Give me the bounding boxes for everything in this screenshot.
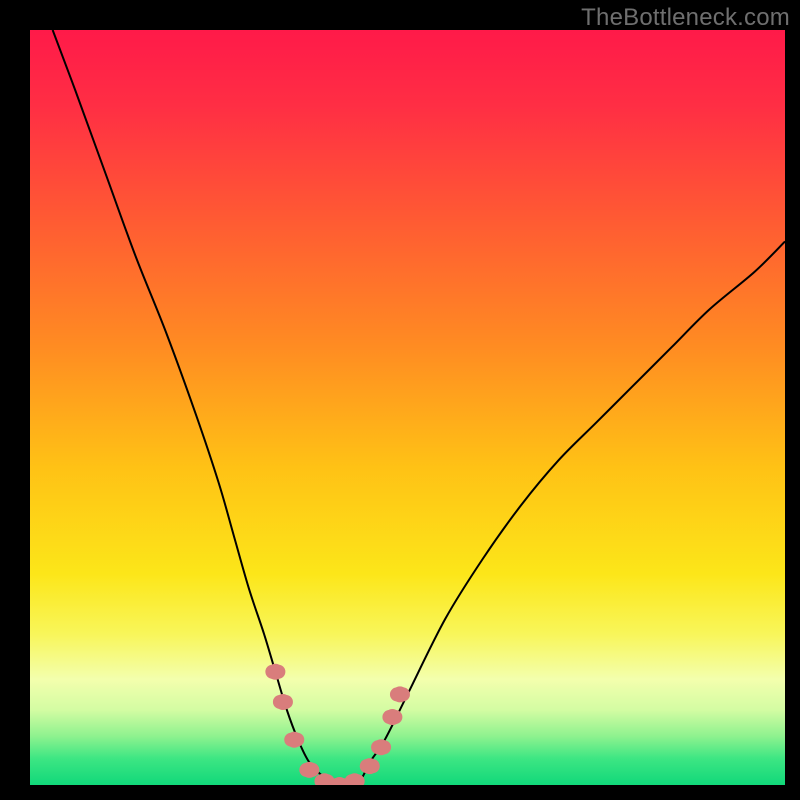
watermark-text: TheBottleneck.com [581,4,790,32]
marker [284,732,304,748]
plot-area [30,30,785,785]
marker [371,739,391,755]
marker [273,694,293,710]
marker [299,762,319,778]
marker [265,664,285,680]
bottleneck-chart-svg [30,30,785,785]
chart-frame: TheBottleneck.com [0,0,800,800]
marker [382,709,402,725]
marker [360,758,380,774]
marker [390,686,410,702]
gradient-background [30,30,785,785]
